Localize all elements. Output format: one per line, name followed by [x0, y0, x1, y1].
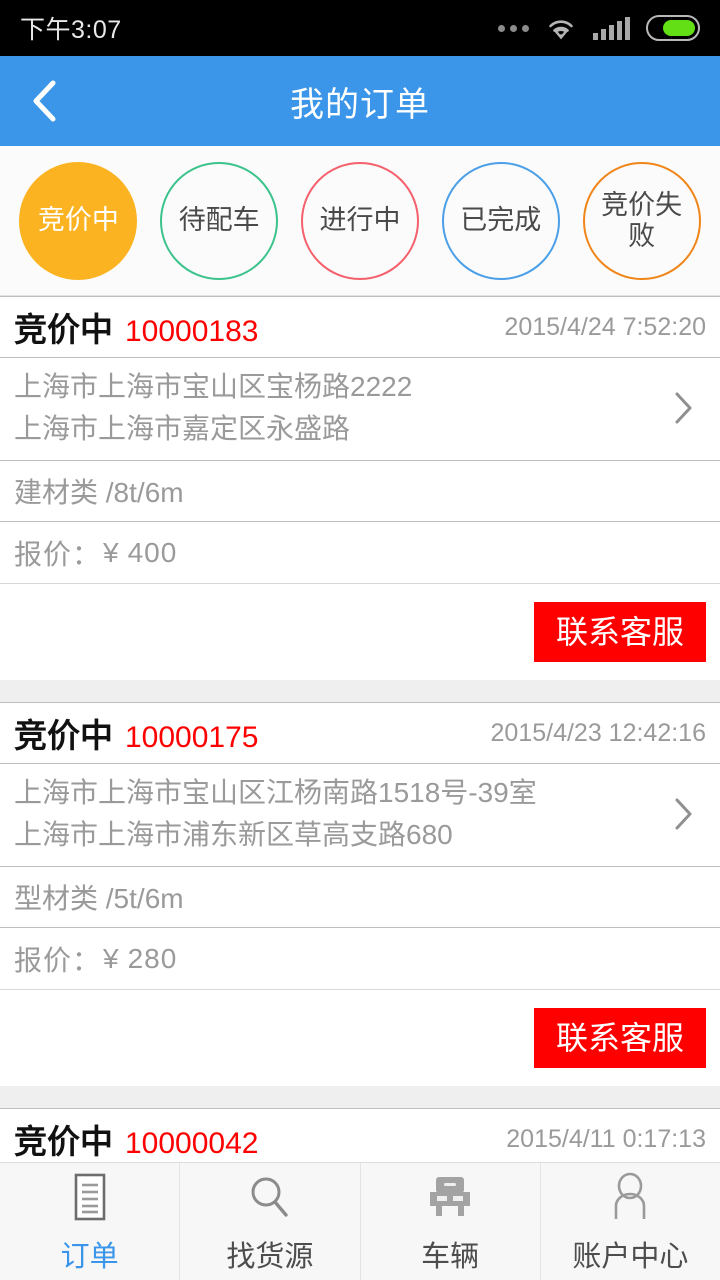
order-time: 2015/4/11 0:17:13: [506, 1124, 706, 1153]
filter-awaiting-vehicle[interactable]: 待配车: [160, 161, 279, 280]
status-bar: 下午3:07: [0, 0, 720, 56]
wifi-icon: [545, 16, 577, 40]
status-bar-icons: [498, 15, 700, 41]
price-value: 400: [127, 536, 178, 568]
order-route[interactable]: 上海市上海市宝山区宝杨路2222 上海市上海市嘉定区永盛路: [0, 358, 720, 460]
order-route[interactable]: 上海市上海市宝山区江杨南路1518号-39室 上海市上海市浦东新区草高支路680: [0, 764, 720, 866]
order-card[interactable]: 竞价中 10000042 2015/4/11 0:17:13: [0, 1108, 720, 1162]
order-route-lines: 上海市上海市宝山区宝杨路2222 上海市上海市嘉定区永盛路: [14, 366, 660, 450]
order-list[interactable]: 竞价中 10000183 2015/4/24 7:52:20 上海市上海市宝山区…: [0, 296, 720, 1162]
order-id: 10000183: [125, 315, 259, 348]
order-card[interactable]: 竞价中 10000183 2015/4/24 7:52:20 上海市上海市宝山区…: [0, 296, 720, 680]
filter-bidding[interactable]: 竞价中: [19, 161, 138, 280]
tab-label: 找货源: [226, 1240, 314, 1273]
status-bar-time: 下午3:07: [20, 16, 122, 44]
filter-label: 竞价失败: [601, 190, 683, 251]
tab-vehicles[interactable]: 车辆: [361, 1163, 541, 1280]
currency-symbol: ¥: [103, 536, 120, 568]
filter-label: 待配车: [178, 205, 260, 236]
order-actions: 联系客服: [0, 584, 720, 680]
tab-label: 订单: [60, 1240, 119, 1273]
order-header-left: 竞价中 10000183: [14, 303, 258, 351]
order-route-lines: 上海市上海市宝山区江杨南路1518号-39室 上海市上海市浦东新区草高支路680: [14, 772, 660, 856]
order-header: 竞价中 10000175 2015/4/23 12:42:16: [0, 702, 720, 764]
battery-icon: [646, 15, 700, 41]
app-screen: 下午3:07 我的订单 竞价中 待配车 进行中 已完成 竞价失败 竞价中 100…: [0, 0, 720, 1280]
order-header-left: 竞价中 10000175: [14, 709, 258, 757]
price-label: 报价：: [14, 538, 102, 570]
filter-label: 竞价中: [37, 205, 119, 236]
cargo-info: 建材类 /8t/6m: [0, 460, 720, 522]
tab-account-center[interactable]: 账户中心: [541, 1163, 720, 1280]
chevron-right-icon[interactable]: [660, 388, 706, 428]
truck-icon: [424, 1169, 476, 1227]
origin-address: 上海市上海市宝山区江杨南路1518号-39室: [14, 777, 537, 808]
navigation-bar: 我的订单: [0, 56, 720, 146]
order-time: 2015/4/23 12:42:16: [490, 718, 706, 747]
tab-label: 车辆: [421, 1240, 480, 1273]
more-dots-icon: [498, 24, 529, 32]
price-label: 报价：: [14, 944, 102, 976]
order-status: 竞价中: [14, 311, 113, 348]
order-actions: 联系客服: [0, 990, 720, 1086]
destination-address: 上海市上海市嘉定区永盛路: [14, 413, 351, 444]
currency-symbol: ¥: [103, 942, 120, 974]
bottom-tab-bar: 订单 找货源 车辆 账户中心: [0, 1162, 720, 1280]
filter-bid-failed[interactable]: 竞价失败: [582, 161, 701, 280]
order-time: 2015/4/24 7:52:20: [504, 312, 706, 341]
person-icon: [607, 1169, 653, 1227]
filter-in-progress[interactable]: 进行中: [300, 161, 419, 280]
contact-support-button[interactable]: 联系客服: [533, 602, 706, 662]
order-header: 竞价中 10000183 2015/4/24 7:52:20: [0, 296, 720, 358]
signal-icon: [593, 16, 630, 40]
order-id: 10000175: [125, 721, 259, 754]
search-icon: [246, 1169, 294, 1227]
origin-address: 上海市上海市宝山区宝杨路2222: [14, 371, 413, 402]
order-header: 竞价中 10000042 2015/4/11 0:17:13: [0, 1108, 720, 1162]
order-price-row: 报价： ¥ 280: [0, 928, 720, 990]
cargo-info: 型材类 /5t/6m: [0, 866, 720, 928]
document-icon: [68, 1169, 112, 1227]
page-title: 我的订单: [290, 85, 430, 124]
order-status: 竞价中: [14, 717, 113, 754]
destination-address: 上海市上海市浦东新区草高支路680: [14, 819, 453, 850]
chevron-left-icon: [28, 77, 62, 125]
price-value: 280: [127, 942, 178, 974]
back-button[interactable]: [0, 56, 90, 146]
order-header-left: 竞价中 10000042: [14, 1115, 258, 1162]
tab-find-cargo[interactable]: 找货源: [180, 1163, 361, 1280]
status-filter-bar: 竞价中 待配车 进行中 已完成 竞价失败: [0, 146, 720, 296]
order-price-row: 报价： ¥ 400: [0, 522, 720, 584]
filter-completed[interactable]: 已完成: [441, 161, 560, 280]
tab-orders[interactable]: 订单: [0, 1163, 181, 1280]
order-status: 竞价中: [14, 1123, 113, 1160]
contact-support-button[interactable]: 联系客服: [533, 1008, 706, 1068]
filter-label: 已完成: [460, 205, 542, 236]
chevron-right-icon[interactable]: [660, 794, 706, 834]
order-card[interactable]: 竞价中 10000175 2015/4/23 12:42:16 上海市上海市宝山…: [0, 702, 720, 1086]
order-id: 10000042: [125, 1127, 259, 1160]
filter-label: 进行中: [319, 205, 401, 236]
tab-label: 账户中心: [572, 1240, 689, 1273]
